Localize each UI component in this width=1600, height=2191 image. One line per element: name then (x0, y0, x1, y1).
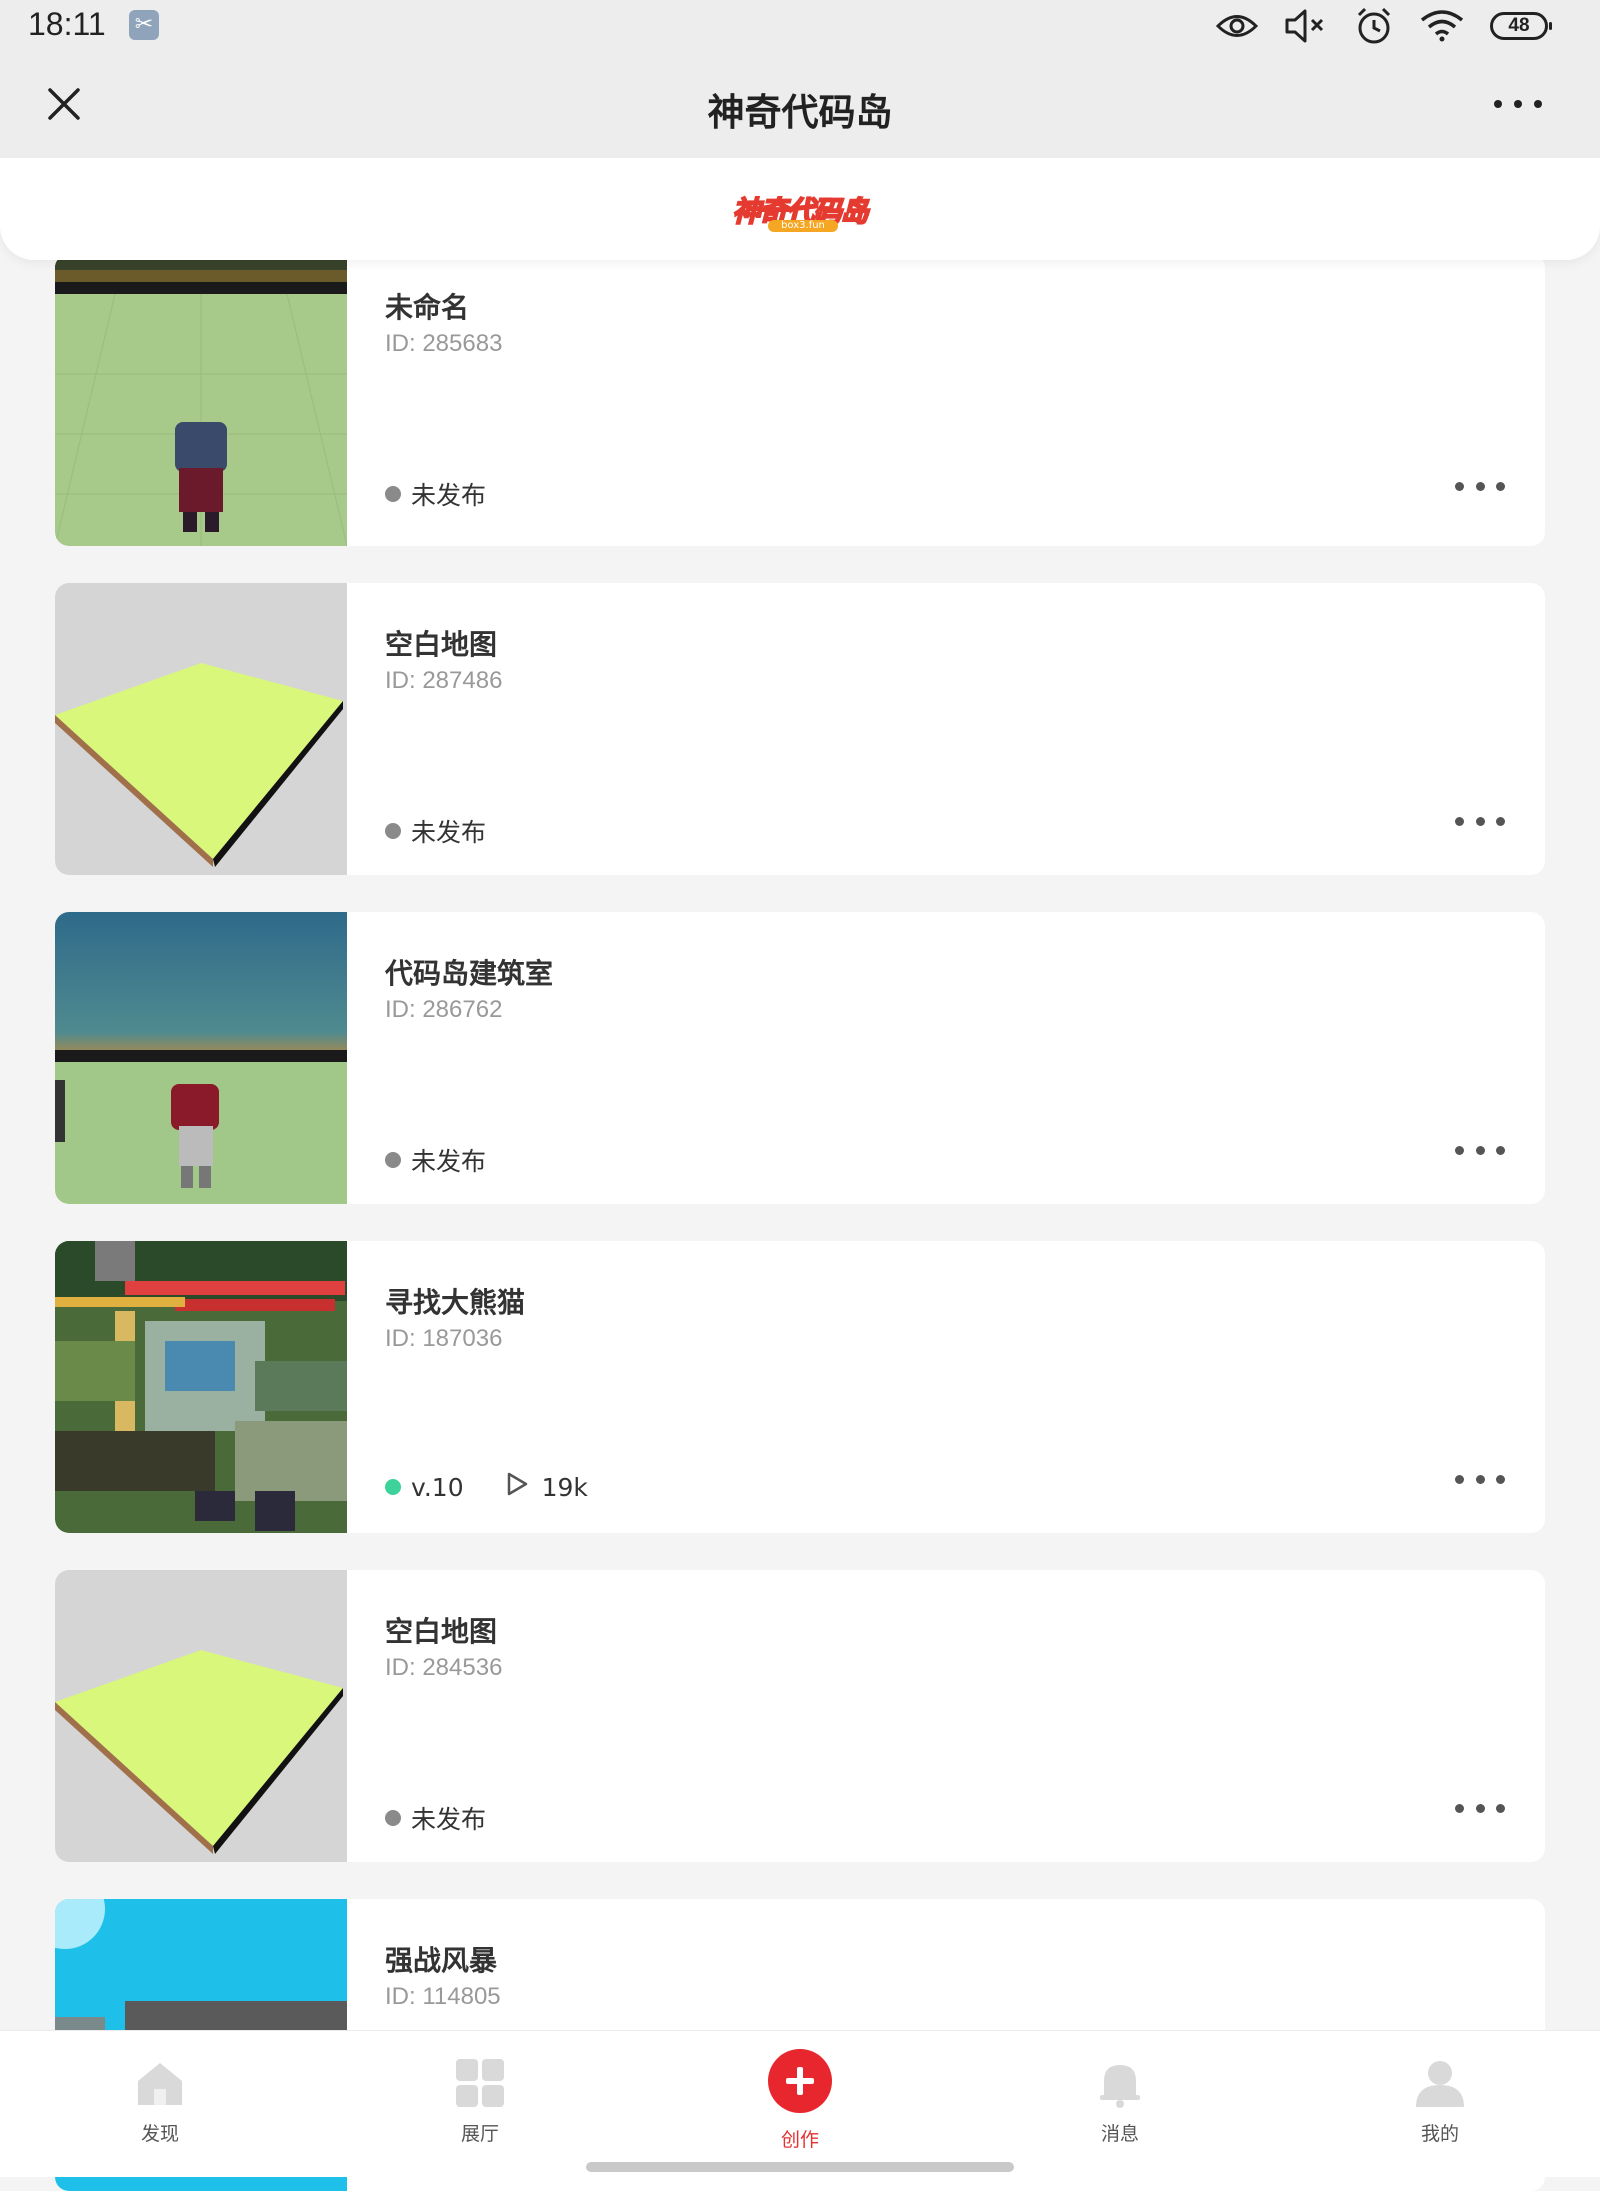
project-card[interactable]: 空白地图 ID: 284536 未发布 (55, 1570, 1545, 1862)
project-card[interactable]: 空白地图 ID: 287486 未发布 (55, 583, 1545, 875)
page-title: 神奇代码岛 (707, 91, 893, 134)
play-count: 19k (541, 1472, 588, 1502)
logo-subtext: box3.fun (768, 220, 838, 232)
grid-icon (456, 2059, 504, 2107)
project-card[interactable]: 代码岛建筑室 ID: 286762 未发布 (55, 912, 1545, 1204)
status-bar: 18:11 ✂ 48 (0, 0, 1600, 52)
project-more-button[interactable] (1455, 1471, 1505, 1487)
nav-discover[interactable]: 发现 (90, 2057, 230, 2146)
project-more-button[interactable] (1455, 1800, 1505, 1816)
more-icon (1455, 1145, 1464, 1155)
nav-create[interactable]: 创作 (730, 2049, 870, 2152)
home-icon (138, 2063, 182, 2105)
wifi-icon (1420, 10, 1464, 42)
project-title: 代码岛建筑室 (385, 957, 554, 990)
project-status: 未发布 (385, 813, 486, 849)
more-icon (1455, 1474, 1464, 1484)
logo-banner: 神奇代码岛 box3.fun (0, 158, 1600, 260)
status-label: 未发布 (411, 1805, 487, 1834)
project-status: 未发布 (385, 476, 486, 512)
status-dot (385, 1810, 401, 1826)
project-id: ID: 187036 (385, 1325, 503, 1352)
project-title: 空白地图 (385, 1615, 498, 1648)
project-more-button[interactable] (1455, 1142, 1505, 1158)
user-icon (1416, 2061, 1464, 2107)
plus-icon (768, 2049, 832, 2113)
play-icon (504, 1471, 530, 1503)
project-status: 未发布 (385, 1142, 486, 1178)
status-dot (385, 823, 401, 839)
project-thumbnail (55, 583, 347, 875)
nav-messages[interactable]: 消息 (1050, 2057, 1190, 2146)
mute-icon (1284, 8, 1328, 44)
alarm-icon (1354, 6, 1394, 46)
scissors-icon: ✂ (129, 10, 159, 40)
project-card[interactable]: 寻找大熊猫 ID: 187036 v.10 19k (55, 1241, 1545, 1533)
nav-gallery[interactable]: 展厅 (410, 2057, 550, 2146)
bottom-nav: 发现 展厅 创作 消息 我的 (0, 2030, 1600, 2177)
status-label: 未发布 (411, 481, 487, 510)
app-logo: 神奇代码岛 box3.fun (728, 186, 872, 234)
bell-icon (1100, 2065, 1140, 2108)
project-id: ID: 285683 (385, 330, 503, 357)
project-id: ID: 114805 (385, 1983, 501, 2010)
status-label: 未发布 (411, 818, 487, 847)
more-icon (1455, 816, 1464, 826)
project-id: ID: 286762 (385, 996, 503, 1023)
nav-profile[interactable]: 我的 (1370, 2057, 1510, 2146)
project-thumbnail (55, 912, 347, 1204)
project-status: 未发布 (385, 1800, 486, 1836)
project-thumbnail (55, 1241, 347, 1533)
project-card[interactable]: 未命名 ID: 285683 未发布 (55, 254, 1545, 546)
status-dot (385, 1479, 401, 1495)
project-more-button[interactable] (1455, 478, 1505, 494)
project-id: ID: 284536 (385, 1654, 503, 1681)
project-title: 强战风暴 (385, 1944, 498, 1977)
eye-icon (1216, 11, 1258, 41)
more-icon (1455, 1803, 1464, 1813)
nav-label: 创作 (780, 2129, 819, 2151)
battery-icon: 48 (1490, 12, 1552, 40)
project-id: ID: 287486 (385, 667, 503, 694)
more-icon (1494, 100, 1502, 108)
project-thumbnail (55, 254, 347, 546)
more-icon (1455, 481, 1464, 491)
title-bar: 神奇代码岛 (0, 52, 1600, 158)
project-more-button[interactable] (1455, 813, 1505, 829)
more-menu-button[interactable] (1494, 92, 1542, 116)
project-thumbnail (55, 1570, 347, 1862)
project-title: 未命名 (385, 291, 470, 324)
nav-label: 展厅 (460, 2123, 499, 2145)
nav-label: 消息 (1100, 2123, 1139, 2145)
version-label: v.10 (411, 1472, 464, 1502)
status-time: 18:11 (28, 6, 106, 42)
status-dot (385, 486, 401, 502)
home-indicator[interactable] (586, 2162, 1014, 2172)
nav-label: 发现 (140, 2123, 179, 2145)
project-status: v.10 19k (385, 1471, 588, 1503)
project-title: 寻找大熊猫 (385, 1286, 526, 1319)
nav-label: 我的 (1420, 2123, 1459, 2145)
project-title: 空白地图 (385, 628, 498, 661)
status-dot (385, 1152, 401, 1168)
status-label: 未发布 (411, 1147, 487, 1176)
